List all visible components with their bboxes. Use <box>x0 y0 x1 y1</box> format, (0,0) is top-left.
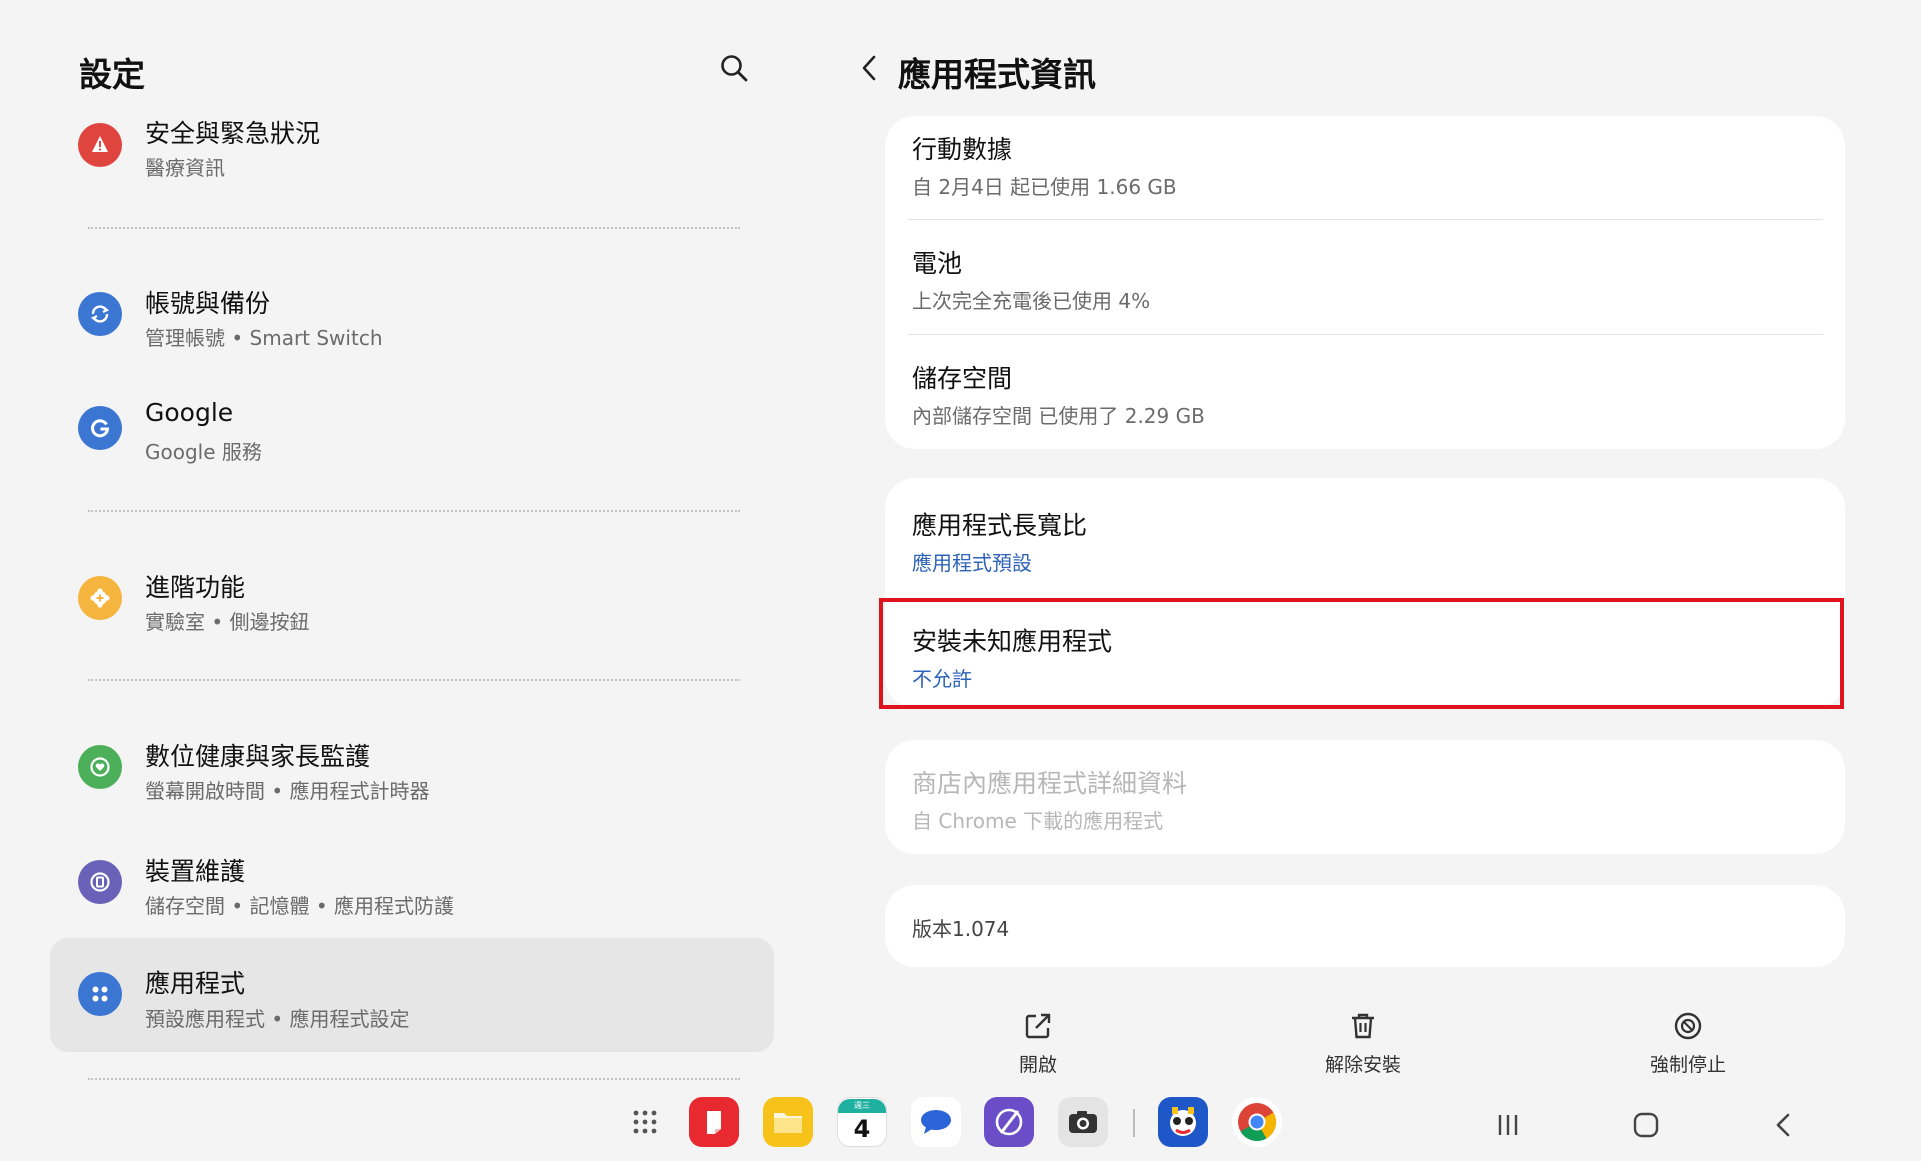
open-external-icon <box>1025 1013 1051 1039</box>
uninstall-button[interactable]: 解除安裝 <box>1288 1006 1438 1077</box>
settings-item-title: 安全與緊急狀況 <box>145 119 321 148</box>
row-subtitle: 自 Chrome 下載的應用程式 <box>912 809 1164 833</box>
settings-item-subtitle: 儲存空間 • 記憶體 • 應用程式防護 <box>145 894 455 918</box>
settings-item-title: Google <box>145 398 234 427</box>
settings-list-pane: 設定 安全與緊急狀況 醫療資訊 帳號與備份 管理帳號 • Smart Switc… <box>0 0 800 1090</box>
row-subtitle: 上次完全充電後已使用 4% <box>912 289 1151 313</box>
version-label: 版本1.074 <box>912 917 1010 941</box>
store-details-row: 商店內應用程式詳細資料 自 Chrome 下載的應用程式 <box>885 740 1845 854</box>
settings-item-device-care[interactable]: 裝置維護 儲存空間 • 記憶體 • 應用程式防護 <box>50 838 774 928</box>
settings-item-title: 帳號與備份 <box>145 289 271 318</box>
settings-item-subtitle: 醫療資訊 <box>145 156 225 180</box>
action-label: 開啟 <box>1018 1054 1057 1076</box>
row-subtitle: 應用程式預設 <box>912 551 1032 575</box>
calendar-weekday: 週三 <box>838 1099 886 1113</box>
trash-icon <box>1352 1013 1374 1039</box>
home-icon <box>1633 1112 1659 1138</box>
row-title: 應用程式長寬比 <box>912 511 1088 540</box>
row-title: 儲存空間 <box>912 364 1013 393</box>
page-title: 設定 <box>79 55 145 94</box>
storage-row[interactable]: 儲存空間 內部儲存空間 已使用了 2.29 GB <box>885 335 1845 449</box>
notes-app-icon[interactable] <box>689 1097 739 1147</box>
settings-item-safety[interactable]: 安全與緊急狀況 醫療資訊 <box>50 100 774 190</box>
app-drawer-icon[interactable] <box>620 1097 670 1147</box>
settings-item-advanced-features[interactable]: 進階功能 實驗室 • 側邊按鈕 <box>50 554 774 644</box>
chevron-left-icon <box>862 55 876 81</box>
messages-app-icon[interactable] <box>911 1097 961 1147</box>
internet-app-icon[interactable] <box>984 1097 1034 1147</box>
mobile-data-row[interactable]: 行動數據 自 2月4日 起已使用 1.66 GB <box>885 116 1845 220</box>
settings-item-digital-wellbeing[interactable]: 數位健康與家長監護 螢幕開啟時間 • 應用程式計時器 <box>50 723 774 813</box>
settings-item-title: 數位健康與家長監護 <box>145 742 371 771</box>
sync-icon <box>78 292 122 336</box>
home-button[interactable] <box>1624 1103 1668 1147</box>
action-label: 解除安裝 <box>1324 1054 1401 1076</box>
settings-item-accounts[interactable]: 帳號與備份 管理帳號 • Smart Switch <box>50 270 774 360</box>
highlight-box <box>879 598 1844 709</box>
settings-item-title: 裝置維護 <box>145 857 246 886</box>
divider <box>88 227 740 229</box>
recents-button[interactable] <box>1486 1103 1530 1147</box>
search-icon <box>721 55 748 82</box>
chrome-app-icon[interactable] <box>1232 1097 1282 1147</box>
gear-plus-icon <box>78 576 122 620</box>
battery-row[interactable]: 電池 上次完全充電後已使用 4% <box>885 220 1845 335</box>
back-button[interactable] <box>1762 1103 1806 1147</box>
navigate-back-button[interactable] <box>848 46 892 90</box>
aspect-ratio-row[interactable]: 應用程式長寬比 應用程式預設 <box>885 478 1845 594</box>
row-subtitle: 自 2月4日 起已使用 1.66 GB <box>912 175 1177 199</box>
row-title: 商店內應用程式詳細資料 <box>912 769 1188 798</box>
calendar-app-icon[interactable]: 週三 4 <box>837 1097 887 1147</box>
recents-icon <box>1498 1115 1518 1135</box>
back-icon <box>1776 1113 1790 1137</box>
settings-item-subtitle: 實驗室 • 側邊按鈕 <box>145 610 310 634</box>
settings-item-subtitle: 管理帳號 • Smart Switch <box>145 326 383 350</box>
settings-item-apps[interactable]: 應用程式 預設應用程式 • 應用程式設定 <box>50 938 774 1052</box>
version-card: 版本1.074 <box>885 885 1845 967</box>
divider <box>88 1078 740 1080</box>
force-stop-button[interactable]: 強制停止 <box>1613 1006 1763 1077</box>
settings-item-subtitle: 預設應用程式 • 應用程式設定 <box>145 1007 410 1031</box>
row-title: 行動數據 <box>912 135 1013 164</box>
calendar-day: 4 <box>853 1115 871 1143</box>
game-app-icon[interactable] <box>1158 1097 1208 1147</box>
settings-item-google[interactable]: Google Google 服務 <box>50 384 774 474</box>
divider <box>88 510 740 512</box>
settings-item-subtitle: 螢幕開啟時間 • 應用程式計時器 <box>145 779 430 803</box>
open-button[interactable]: 開啟 <box>963 1006 1113 1077</box>
settings-item-title: 應用程式 <box>145 969 246 998</box>
app-info-pane: 應用程式資訊 行動數據 自 2月4日 起已使用 1.66 GB 電池 上次完全充… <box>830 0 1921 1090</box>
row-subtitle: 內部儲存空間 已使用了 2.29 GB <box>912 404 1205 428</box>
apps-grid-icon <box>78 972 122 1016</box>
google-g-icon <box>78 406 122 450</box>
camera-app-icon[interactable] <box>1058 1097 1108 1147</box>
page-title: 應用程式資訊 <box>898 55 1096 94</box>
settings-item-subtitle: Google 服務 <box>145 440 262 464</box>
divider <box>88 679 740 681</box>
taskbar-separator <box>1133 1109 1135 1137</box>
usage-card: 行動數據 自 2月4日 起已使用 1.66 GB 電池 上次完全充電後已使用 4… <box>885 116 1845 449</box>
settings-item-title: 進階功能 <box>145 573 246 602</box>
alert-icon <box>78 123 122 167</box>
my-files-icon[interactable] <box>763 1097 813 1147</box>
heart-circle-icon <box>78 745 122 789</box>
action-label: 強制停止 <box>1649 1054 1726 1076</box>
store-details-card: 商店內應用程式詳細資料 自 Chrome 下載的應用程式 <box>885 740 1845 854</box>
row-title: 電池 <box>912 249 963 278</box>
force-stop-icon <box>1674 1012 1702 1040</box>
search-button[interactable] <box>712 46 756 90</box>
device-care-icon <box>78 860 122 904</box>
